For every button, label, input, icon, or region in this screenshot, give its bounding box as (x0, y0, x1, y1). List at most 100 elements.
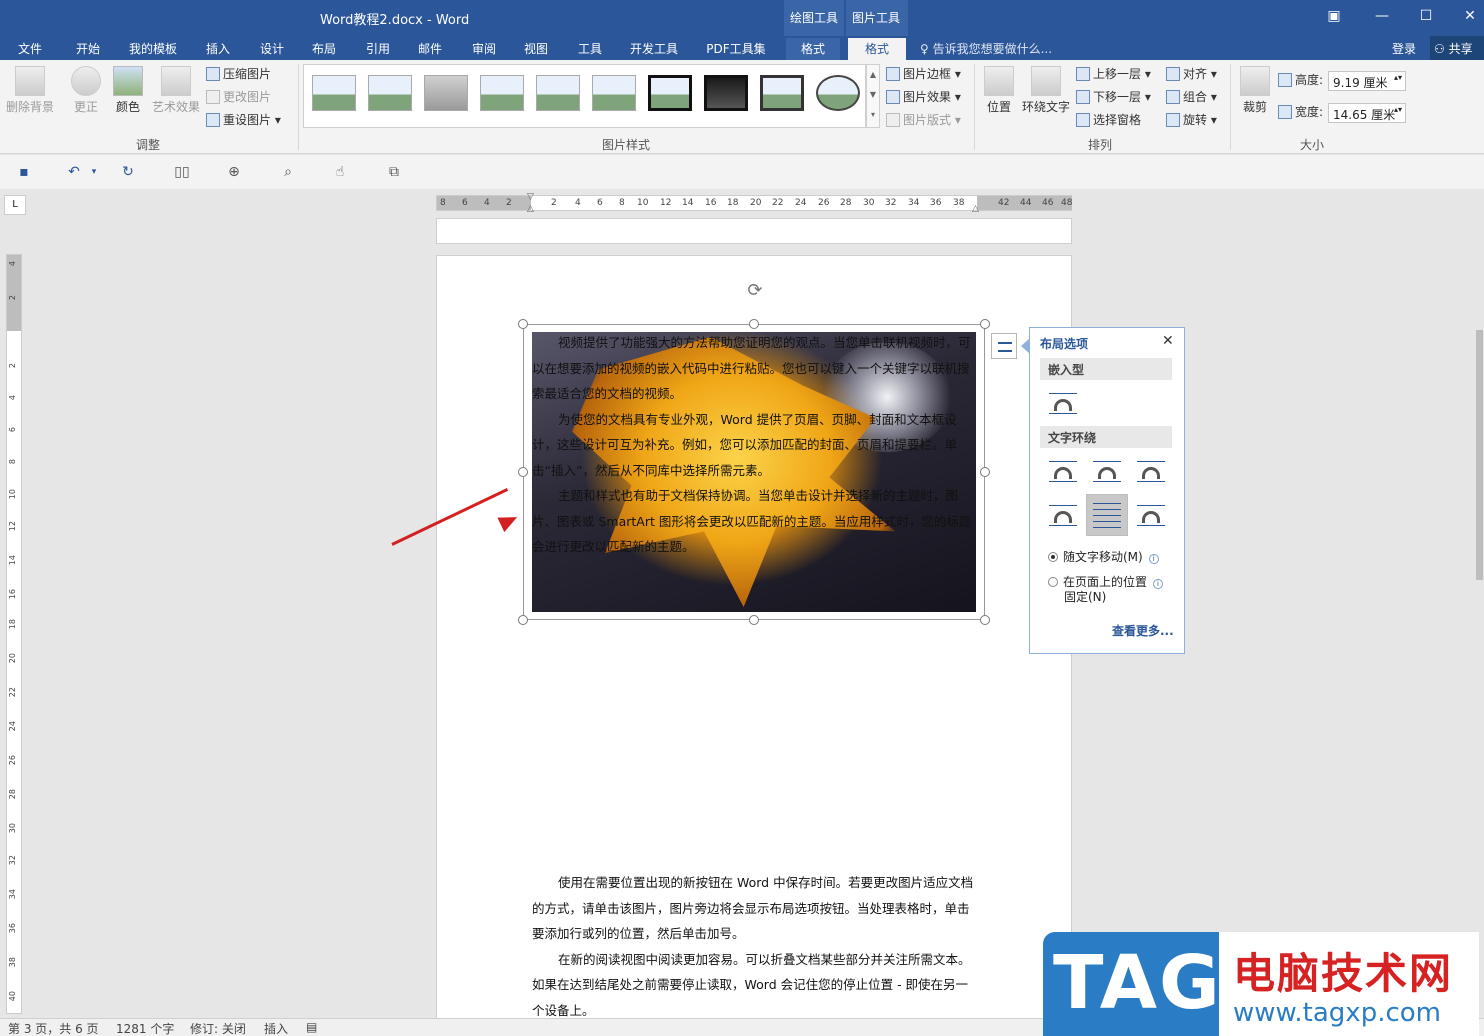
tab-tools[interactable]: 工具 (568, 38, 612, 60)
page-count[interactable]: 第 3 页，共 6 页 (8, 1020, 99, 1036)
picture-effects-button[interactable]: 图片效果 ▾ (886, 87, 961, 107)
compress-pictures-button[interactable]: 压缩图片 (206, 64, 271, 84)
document-body-text[interactable]: 使用在需要位置出现的新按钮在 Word 中保存时间。若要更改图片适应文档的方式，… (532, 870, 980, 1023)
resize-handle-bottom[interactable] (749, 615, 759, 625)
insert-mode-status[interactable]: 插入 (264, 1020, 288, 1036)
customize-icon[interactable]: ⧉ (386, 164, 402, 180)
see-more-link[interactable]: 查看更多... (1112, 622, 1174, 639)
tell-me-box[interactable]: ♀ 告诉我您想要做什么... (920, 40, 1052, 57)
style-thumb-1[interactable] (312, 75, 356, 111)
login-link[interactable]: 登录 (1392, 40, 1416, 57)
left-indent-marker[interactable]: △ (527, 204, 534, 214)
save-icon[interactable]: ▪ (16, 164, 32, 180)
tab-my-templates[interactable]: 我的模板 (122, 38, 184, 60)
tab-view[interactable]: 视图 (514, 38, 558, 60)
color-button[interactable]: 颜色 (108, 66, 148, 115)
first-line-indent-marker[interactable]: ▽ (527, 192, 534, 202)
tab-file[interactable]: 文件 (8, 38, 52, 60)
maximize-icon[interactable]: ☐ (1414, 6, 1438, 26)
horizontal-ruler[interactable]: 8 6 4 2 2 4 6 8 10 12 14 16 18 20 22 24 … (436, 192, 1072, 214)
spinner-icon[interactable]: ▴▾ (1394, 105, 1402, 114)
width-input[interactable]: 14.65 厘米 ▴▾ (1328, 103, 1406, 123)
bring-forward-button[interactable]: 上移一层 ▾ (1076, 64, 1151, 84)
wrap-behind-text-icon[interactable] (1086, 494, 1128, 536)
change-picture-button[interactable]: 更改图片 (206, 87, 271, 107)
share-button[interactable]: ⚇ 共享 (1430, 36, 1484, 60)
undo-icon[interactable]: ↶ (66, 164, 82, 180)
selection-pane-button[interactable]: 选择窗格 (1076, 110, 1141, 130)
web-icon[interactable]: ⊕ (226, 164, 242, 180)
close-icon[interactable]: ✕ (1162, 333, 1174, 349)
print-preview-icon[interactable]: ⌕ (280, 164, 296, 180)
rotate-button[interactable]: 旋转 ▾ (1166, 110, 1217, 130)
tab-mailings[interactable]: 邮件 (408, 38, 452, 60)
layout-options-button[interactable] (991, 333, 1017, 359)
tab-review[interactable]: 审阅 (462, 38, 506, 60)
info-icon[interactable]: i (1153, 579, 1164, 589)
tab-picture-format[interactable]: 格式 (848, 38, 906, 60)
read-mode-icon[interactable]: ▯▯ (174, 164, 190, 180)
move-with-text-option[interactable]: 随文字移动(M) i (1048, 548, 1159, 565)
wrap-top-bottom-icon[interactable] (1044, 500, 1080, 530)
close-icon[interactable]: ✕ (1458, 6, 1482, 26)
wrap-in-front-icon[interactable] (1132, 500, 1168, 530)
tab-drawing-format[interactable]: 格式 (786, 38, 840, 60)
resize-handle-top-left[interactable] (518, 319, 528, 329)
resize-handle-top-right[interactable] (980, 319, 990, 329)
text-behind-picture[interactable]: 视频提供了功能强大的方法帮助您证明您的观点。当您单击联机视频时，可以在想要添加的… (532, 330, 978, 560)
wrap-through-icon[interactable] (1132, 456, 1168, 486)
picture-layout-button[interactable]: 图片版式 ▾ (886, 110, 961, 130)
spinner-icon[interactable]: ▴▾ (1394, 73, 1402, 82)
style-thumb-9[interactable] (760, 75, 804, 111)
resize-handle-bottom-left[interactable] (518, 615, 528, 625)
vertical-ruler[interactable]: 4 2 2 4 6 8 10 12 14 16 18 20 22 24 26 2… (6, 254, 22, 1014)
remove-background-button[interactable]: 删除背景 (4, 66, 56, 115)
undo-dropdown-icon[interactable]: ▾ (86, 164, 102, 180)
tab-home[interactable]: 开始 (66, 38, 110, 60)
tab-developer[interactable]: 开发工具 (622, 38, 686, 60)
style-thumb-2[interactable] (368, 75, 412, 111)
minimize-icon[interactable]: — (1370, 6, 1394, 26)
resize-handle-right[interactable] (980, 467, 990, 477)
style-thumb-6[interactable] (592, 75, 636, 111)
corrections-button[interactable]: 更正 (64, 66, 108, 115)
wrap-text-button[interactable]: 环绕文字 (1020, 66, 1072, 115)
resize-handle-top[interactable] (749, 319, 759, 329)
rotate-handle-icon[interactable]: ⟳ (744, 280, 766, 302)
style-thumb-5[interactable] (536, 75, 580, 111)
track-changes-status[interactable]: 修订: 关闭 (190, 1020, 246, 1036)
send-backward-button[interactable]: 下移一层 ▾ (1076, 87, 1151, 107)
resize-handle-left[interactable] (518, 467, 528, 477)
picture-border-button[interactable]: 图片边框 ▾ (886, 64, 961, 84)
tab-insert[interactable]: 插入 (196, 38, 240, 60)
touch-mode-icon[interactable]: ☝ (332, 164, 348, 180)
style-thumb-4[interactable] (480, 75, 524, 111)
style-thumb-7[interactable] (648, 75, 692, 111)
crop-button[interactable]: 裁剪 (1238, 66, 1272, 115)
wrap-square-icon[interactable] (1044, 456, 1080, 486)
tab-pdf-tools[interactable]: PDF工具集 (700, 38, 772, 60)
style-thumb-10[interactable] (816, 75, 860, 111)
reset-picture-button[interactable]: 重设图片 ▾ (206, 110, 281, 130)
redo-icon[interactable]: ↻ (120, 164, 136, 180)
wrap-inline-icon[interactable] (1044, 388, 1080, 418)
scrollbar-thumb[interactable] (1476, 330, 1483, 580)
tab-layout[interactable]: 布局 (302, 38, 346, 60)
ribbon-display-icon[interactable]: ▣ (1322, 6, 1346, 26)
tab-design[interactable]: 设计 (250, 38, 294, 60)
vertical-scrollbar[interactable] (1474, 190, 1484, 1016)
style-thumb-8[interactable] (704, 75, 748, 111)
height-input[interactable]: 9.19 厘米 ▴▾ (1328, 71, 1406, 91)
right-indent-marker[interactable]: △ (972, 204, 979, 214)
align-button[interactable]: 对齐 ▾ (1166, 64, 1217, 84)
tab-references[interactable]: 引用 (356, 38, 400, 60)
resize-handle-bottom-right[interactable] (980, 615, 990, 625)
info-icon[interactable]: i (1148, 554, 1159, 564)
gallery-scroll[interactable]: ▲ ▼ ▾ (866, 64, 880, 128)
word-count[interactable]: 1281 个字 (116, 1020, 174, 1036)
position-button[interactable]: 位置 (982, 66, 1016, 115)
macro-record-icon[interactable]: ▤ (306, 1020, 317, 1034)
wrap-tight-icon[interactable] (1088, 456, 1124, 486)
group-button[interactable]: 组合 ▾ (1166, 87, 1217, 107)
artistic-effects-button[interactable]: 艺术效果 (150, 66, 202, 115)
